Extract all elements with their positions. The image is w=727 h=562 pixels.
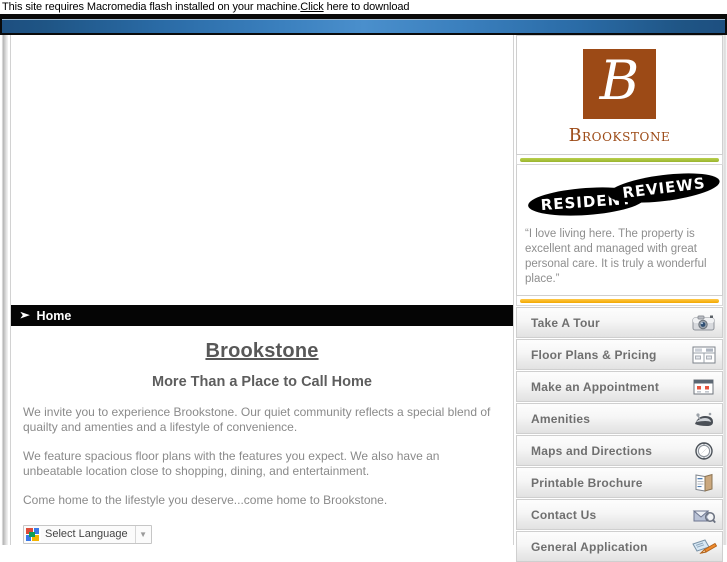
green-rule <box>520 157 719 162</box>
header-blue-band <box>0 19 727 35</box>
page-title: Brookstone <box>205 340 319 362</box>
logo-wordmark: Brookstone <box>568 125 671 146</box>
compass-icon <box>691 440 717 462</box>
chevron-down-icon[interactable]: ▼ <box>134 525 151 543</box>
application-pencil-icon <box>691 536 717 558</box>
sidebar-item-make-an-appointment[interactable]: Make an Appointment <box>516 371 723 402</box>
main-content-column: ➤ Home Brookstone More Than a Place to C… <box>10 35 514 545</box>
content-body: Brookstone More Than a Place to Call Hom… <box>11 326 513 546</box>
resident-reviews-badge: RESIDENT REVIEWS <box>525 168 722 223</box>
translate-label: Select Language <box>45 528 128 540</box>
body-paragraph-3: Come home to the lifestyle you deserve..… <box>23 493 388 507</box>
sidebar: B Brookstone RESIDENT REVIEWS “I love li… <box>516 35 723 562</box>
amenities-icon <box>691 408 717 430</box>
orange-rule <box>520 298 719 303</box>
google-translate-select[interactable]: Select Language ▼ <box>23 524 152 544</box>
page-left-edge <box>0 35 8 545</box>
blue-gradient-bar <box>2 19 725 33</box>
body-paragraph-2: We feature spacious floor plans with the… <box>23 449 440 478</box>
badge-reviews-blob: REVIEWS <box>606 168 722 208</box>
breadcrumb-label: Home <box>36 308 72 323</box>
flash-download-link[interactable]: Click <box>300 1 323 13</box>
sidebar-item-label: Floor Plans & Pricing <box>531 347 657 362</box>
page-body: ➤ Home Brookstone More Than a Place to C… <box>0 35 727 562</box>
sidebar-item-amenities[interactable]: Amenities <box>516 403 723 434</box>
notice-text-before: This site requires Macromedia flash inst… <box>2 1 301 13</box>
logo-panel[interactable]: B Brookstone <box>516 35 723 155</box>
sidebar-item-label: Maps and Directions <box>531 443 653 458</box>
divider-orange <box>516 296 723 306</box>
body-paragraph-1: We invite you to experience Brookstone. … <box>23 405 491 434</box>
envelope-icon <box>691 504 717 526</box>
logo-monogram-letter: B <box>599 48 640 112</box>
sidebar-item-label: Contact Us <box>531 507 597 522</box>
page-right-edge <box>723 35 727 545</box>
sidebar-item-take-a-tour[interactable]: Take A Tour <box>516 307 723 338</box>
sidebar-item-floor-plans-pricing[interactable]: Floor Plans & Pricing <box>516 339 723 370</box>
sidebar-item-contact-us[interactable]: Contact Us <box>516 499 723 530</box>
sidebar-item-label: Take A Tour <box>531 315 600 330</box>
sidebar-item-label: Make an Appointment <box>531 379 660 394</box>
sidebar-item-general-application[interactable]: General Application <box>516 531 723 562</box>
floorplan-icon <box>691 344 717 366</box>
google-translate-icon <box>26 527 41 541</box>
flash-plugin-notice: This site requires Macromedia flash inst… <box>0 0 727 14</box>
sidebar-item-label: Amenities <box>531 411 591 426</box>
sidebar-item-label: General Application <box>531 539 648 554</box>
sidebar-item-label: Printable Brochure <box>531 475 643 490</box>
brochure-icon <box>691 472 717 494</box>
chevron-right-icon: ➤ <box>19 310 30 320</box>
logo-monogram-square: B <box>583 48 656 119</box>
breadcrumb-home-bar[interactable]: ➤ Home <box>11 305 513 326</box>
sidebar-item-maps-and-directions[interactable]: Maps and Directions <box>516 435 723 466</box>
divider-green <box>516 155 723 165</box>
notice-text-after: here to download <box>323 1 410 13</box>
calendar-icon <box>691 376 717 398</box>
resident-reviews-panel: RESIDENT REVIEWS “I love living here. Th… <box>516 165 723 296</box>
review-quote: “I love living here. The property is exc… <box>525 228 707 285</box>
camera-icon <box>691 312 717 334</box>
flash-movie-stage[interactable] <box>11 35 513 305</box>
page-subtitle: More Than a Place to Call Home <box>152 374 372 390</box>
sidebar-item-printable-brochure[interactable]: Printable Brochure <box>516 467 723 498</box>
